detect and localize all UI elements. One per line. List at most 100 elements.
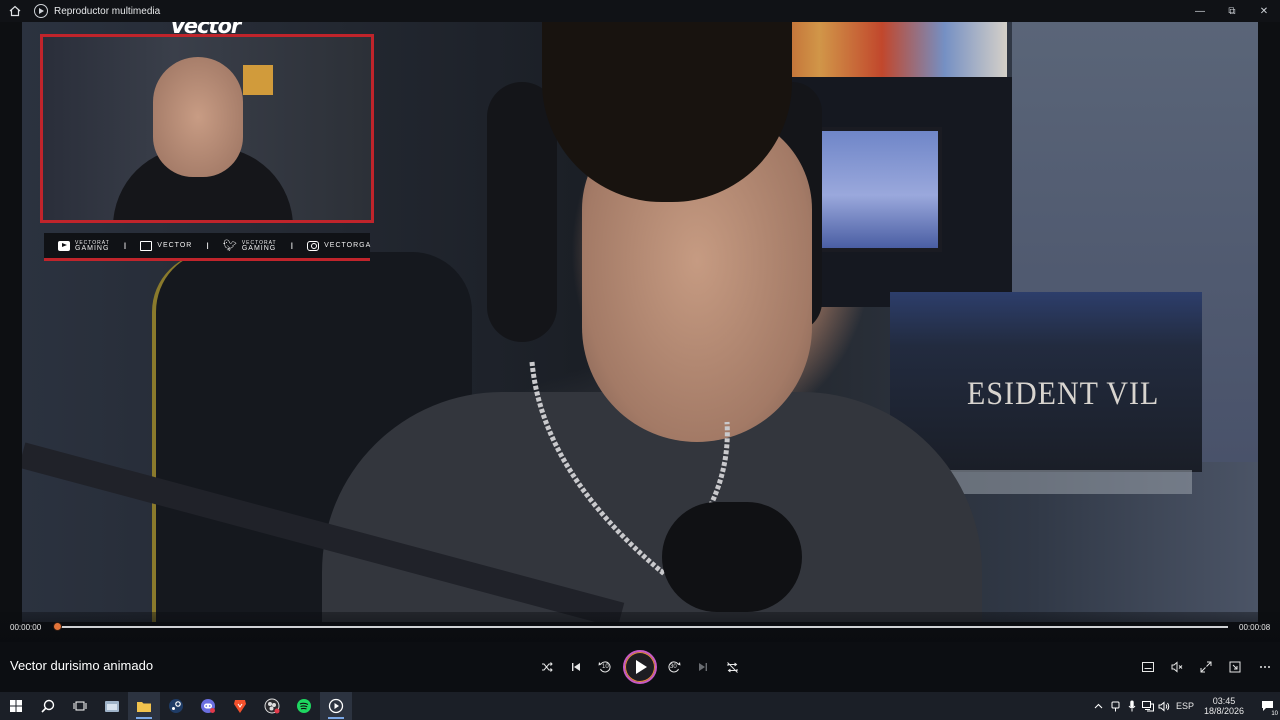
- notification-center-button[interactable]: 10: [1254, 692, 1280, 720]
- media-title: Vector durisimo animado: [10, 658, 154, 673]
- arcade-marquee: [757, 22, 1007, 77]
- social-twitch: VECTOR: [140, 240, 193, 251]
- separator: I: [123, 240, 127, 251]
- media-player-window: Reproductor multimedia — ⧉ ✕ ESIDENT VIL…: [0, 0, 1280, 692]
- taskbar-spotify[interactable]: [288, 692, 320, 720]
- skip-back-button[interactable]: 10: [592, 654, 618, 680]
- social-instagram: VECTORGA: [307, 240, 372, 251]
- previous-button[interactable]: [563, 654, 589, 680]
- play-icon: [636, 660, 647, 674]
- play-button[interactable]: [623, 650, 657, 684]
- streamer-logo: Vector: [170, 22, 241, 38]
- skip-back-seconds: 10: [602, 664, 609, 670]
- seek-bar[interactable]: [57, 626, 1228, 628]
- captions-icon: [1142, 662, 1154, 672]
- brave-icon: [234, 700, 246, 713]
- taskbar-steam[interactable]: [160, 692, 192, 720]
- microphone-icon: [1128, 700, 1136, 712]
- social-youtube-line2: GAMING: [75, 244, 110, 252]
- discord-icon: [201, 699, 215, 713]
- video-frame[interactable]: ESIDENT VIL Vector VECTORAT GAMING I VEC…: [22, 22, 1258, 622]
- skip-forward-seconds: 30: [670, 664, 677, 670]
- separator: I: [206, 240, 209, 251]
- tray-microphone[interactable]: [1124, 692, 1140, 720]
- home-button[interactable]: [0, 0, 30, 22]
- skip-forward-button[interactable]: 30: [661, 654, 687, 680]
- taskbar-discord[interactable]: [192, 692, 224, 720]
- usb-icon: [1111, 701, 1120, 711]
- spotify-icon: [297, 699, 311, 713]
- social-instagram-label: VECTORGA: [324, 242, 372, 249]
- tray-volume[interactable]: [1156, 692, 1172, 720]
- clock[interactable]: 03:45 18/8/2026: [1204, 696, 1244, 716]
- repeat-off-button[interactable]: [719, 654, 745, 680]
- mini-player-icon: [1229, 661, 1241, 673]
- system-tray: ESP 03:45 18/8/2026 10: [1090, 692, 1280, 720]
- search-button[interactable]: [32, 692, 64, 720]
- seek-thumb[interactable]: [53, 622, 62, 631]
- volume-muted-icon: [1171, 661, 1183, 673]
- youtube-icon: [58, 240, 70, 251]
- social-links-bar: VECTORAT GAMING I VECTOR I 🐦︎ VECTORAT GAM…: [44, 233, 370, 261]
- twitter-icon: 🐦︎: [222, 239, 238, 252]
- language-indicator[interactable]: ESP: [1172, 692, 1198, 720]
- webcam-arcade-screen: [243, 65, 273, 95]
- transport-controls: Vector durisimo animado 10 30: [0, 642, 1280, 692]
- minimize-button[interactable]: —: [1184, 0, 1216, 22]
- microphone: [662, 502, 802, 612]
- language-label: ESP: [1175, 701, 1194, 711]
- taskbar-brave[interactable]: [224, 692, 256, 720]
- taskbar-obs[interactable]: [256, 692, 288, 720]
- steam-icon: [169, 699, 183, 713]
- webcam-overlay: [40, 34, 374, 223]
- resident-evil-sign: ESIDENT VIL: [967, 375, 1160, 412]
- instagram-icon: [307, 240, 320, 251]
- fullscreen-icon: [1200, 661, 1212, 673]
- close-button[interactable]: ✕: [1248, 0, 1280, 22]
- task-view-button[interactable]: [64, 692, 96, 720]
- webcam-person-face: [153, 57, 243, 177]
- title-bar: Reproductor multimedia — ⧉ ✕: [0, 0, 1280, 22]
- folder-icon: [137, 701, 151, 712]
- restore-button[interactable]: ⧉: [1216, 0, 1248, 22]
- tray-overflow-button[interactable]: [1090, 692, 1108, 720]
- taskbar-folder[interactable]: [128, 692, 160, 720]
- chevron-up-icon: [1095, 703, 1103, 709]
- clock-date: 18/8/2026: [1203, 706, 1244, 716]
- shuffle-icon: [542, 662, 553, 672]
- window-title: Reproductor multimedia: [54, 5, 161, 17]
- social-twitch-label: VECTOR: [157, 242, 193, 249]
- taskbar-file-explorer[interactable]: [96, 692, 128, 720]
- fullscreen-button[interactable]: [1193, 654, 1219, 680]
- total-duration: 00:00:08: [1239, 623, 1271, 632]
- taskbar-media-player[interactable]: [320, 692, 352, 720]
- search-icon: [41, 699, 55, 713]
- shuffle-button[interactable]: [534, 654, 560, 680]
- more-options-button[interactable]: [1252, 654, 1278, 680]
- mini-player-button[interactable]: [1222, 654, 1248, 680]
- captions-button[interactable]: [1135, 654, 1161, 680]
- media-player-app-icon: [34, 4, 48, 18]
- file-explorer-icon: [105, 701, 119, 712]
- media-player-icon: [328, 698, 344, 714]
- elapsed-time: 00:00:00: [10, 623, 42, 632]
- next-button[interactable]: [690, 654, 716, 680]
- start-button[interactable]: [0, 692, 32, 720]
- social-twitter: 🐦︎ VECTORAT GAMING: [223, 240, 277, 252]
- more-icon: [1260, 666, 1270, 668]
- volume-icon: [1158, 700, 1170, 712]
- social-twitter-line2: GAMING: [241, 244, 277, 252]
- tray-network[interactable]: [1140, 692, 1156, 720]
- notification-count: 10: [1271, 711, 1278, 717]
- twitch-icon: [140, 240, 153, 251]
- tray-usb[interactable]: [1108, 692, 1124, 720]
- network-icon: [1141, 700, 1154, 711]
- separator: I: [290, 240, 294, 251]
- task-view-icon: [73, 701, 87, 711]
- obs-icon: [264, 698, 280, 714]
- start-icon: [10, 700, 22, 712]
- home-icon: [9, 5, 21, 17]
- clock-time: 03:45: [1212, 696, 1236, 706]
- social-youtube: VECTORAT GAMING: [58, 240, 110, 252]
- mute-button[interactable]: [1164, 654, 1190, 680]
